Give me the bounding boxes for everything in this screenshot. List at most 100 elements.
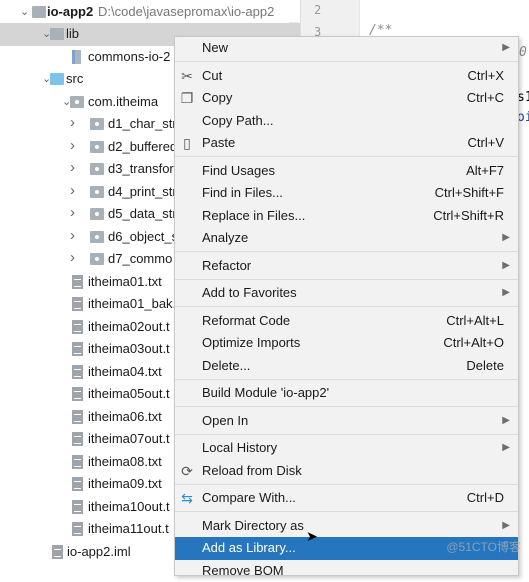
menu-item-label: Compare With...: [202, 490, 296, 505]
submenu-arrow-icon: ▶: [502, 437, 510, 460]
menu-item-build-module-io-app2[interactable]: Build Module 'io-app2': [175, 382, 518, 405]
tree-row-label: itheima03out.t: [88, 338, 170, 361]
menu-item-shortcut: Ctrl+V: [468, 132, 504, 155]
menu-item-compare-with[interactable]: ⇆Compare With...Ctrl+D: [175, 487, 518, 510]
menu-item-reload-from-disk[interactable]: ⟳ Reload from Disk: [175, 460, 518, 483]
file-icon: [72, 342, 83, 356]
menu-item-shortcut: Ctrl+C: [467, 87, 504, 110]
package-icon: [90, 208, 104, 220]
menu-item-mark-directory-as[interactable]: Mark Directory as▶: [175, 515, 518, 538]
chevron-down-icon[interactable]: ⌄: [20, 7, 30, 17]
file-icon: [72, 522, 83, 536]
file-icon: [72, 477, 83, 491]
chevron-right-icon[interactable]: ›: [70, 208, 80, 218]
menu-item-label: Find Usages: [202, 163, 275, 178]
menu-item-label: Optimize Imports: [202, 335, 300, 350]
submenu-arrow-icon: ▶: [502, 37, 510, 60]
tree-row-label: d3_transfor: [108, 158, 174, 181]
menu-item-find-in-files[interactable]: Find in Files...Ctrl+Shift+F: [175, 182, 518, 205]
menu-item-delete[interactable]: Delete... Delete: [175, 355, 518, 378]
tree-row-label: itheima04.txt: [88, 361, 162, 384]
tree-row-label: itheima01_bak.: [88, 293, 176, 316]
menu-item-paste[interactable]: ▯PasteCtrl+V: [175, 132, 518, 155]
tree-row-label: d4_print_str: [108, 181, 177, 204]
menu-item-copy-path[interactable]: Copy Path...: [175, 110, 518, 133]
menu-item-label: Copy Path...: [202, 113, 274, 128]
file-icon: [72, 275, 83, 289]
chevron-right-icon[interactable]: ›: [70, 231, 80, 241]
tree-row-label: lib: [66, 23, 79, 46]
menu-item-new[interactable]: New ▶: [175, 37, 518, 60]
tree-row-label: itheima01.txt: [88, 271, 162, 294]
chevron-right-icon[interactable]: ›: [70, 141, 80, 151]
menu-item-label: Build Module 'io-app2': [202, 385, 329, 400]
menu-item-shortcut: Alt+F7: [466, 160, 504, 183]
tree-row-root[interactable]: ⌄ io-app2 D:\code\javasepromax\io-app2: [0, 1, 300, 24]
chevron-right-icon[interactable]: ›: [70, 186, 80, 196]
tree-row-label: commons-io-2: [88, 46, 170, 69]
tree-row-label: itheima07out.t: [88, 428, 170, 451]
file-icon: [72, 320, 83, 334]
menu-item-open-in[interactable]: Open In ▶: [175, 410, 518, 433]
submenu-arrow-icon: ▶: [502, 227, 510, 250]
menu-item-label: New: [202, 40, 228, 55]
menu-item-add-to-favorites[interactable]: Add to Favorites▶: [175, 282, 518, 305]
menu-item-label: Analyze: [202, 230, 248, 245]
package-icon: [90, 231, 104, 243]
tree-row-label: io-app2.iml: [67, 541, 131, 564]
menu-item-label: Mark Directory as: [202, 518, 304, 533]
menu-item-shortcut: Ctrl+Alt+O: [443, 332, 504, 355]
menu-item-refactor[interactable]: Refactor ▶: [175, 255, 518, 278]
package-icon: [90, 118, 104, 130]
tree-row-label: itheima06.txt: [88, 406, 162, 429]
chevron-right-icon[interactable]: ›: [70, 163, 80, 173]
watermark: @51CTO博客: [446, 538, 521, 555]
menu-item-shortcut: Ctrl+Shift+R: [433, 205, 504, 228]
menu-item-local-history[interactable]: Local History ▶: [175, 437, 518, 460]
menu-item-label: Delete...: [202, 358, 250, 373]
mouse-cursor-icon: ➤: [306, 528, 318, 545]
chevron-right-icon[interactable]: ›: [70, 118, 80, 128]
module-folder-icon: [32, 6, 46, 18]
file-icon: [72, 297, 83, 311]
menu-item-cut[interactable]: ✂CutCtrl+X: [175, 65, 518, 88]
chevron-right-icon[interactable]: ›: [70, 253, 80, 263]
package-icon: [90, 253, 104, 265]
menu-item-copy[interactable]: ❐CopyCtrl+C: [175, 87, 518, 110]
menu-item-label: Replace in Files...: [202, 208, 305, 223]
menu-item-label: Open In: [202, 413, 248, 428]
package-icon: [70, 96, 84, 108]
menu-item-optimize-imports[interactable]: Optimize Imports Ctrl+Alt+O: [175, 332, 518, 355]
menu-item-find-usages[interactable]: Find Usages Alt+F7: [175, 160, 518, 183]
menu-item-label: Copy: [202, 90, 232, 105]
submenu-arrow-icon: ▶: [502, 255, 510, 278]
submenu-arrow-icon: ▶: [502, 410, 510, 433]
tree-row-label: d2_buffered: [108, 136, 177, 159]
jar-icon: [72, 50, 81, 64]
reload-icon: ⟳: [179, 463, 195, 479]
menu-item-replace-in-files[interactable]: Replace in Files... Ctrl+Shift+R: [175, 205, 518, 228]
menu-item-label: Add as Library...: [202, 540, 296, 555]
menu-item-label: Reload from Disk: [202, 463, 302, 478]
menu-item-label: Paste: [202, 135, 235, 150]
file-icon: [72, 500, 83, 514]
tree-row-label: d7_commo: [108, 248, 172, 271]
tree-row-label: src: [66, 68, 83, 91]
root-name: io-app2: [47, 1, 93, 24]
tree-row-label: itheima05out.t: [88, 383, 170, 406]
menu-item-label: Refactor: [202, 258, 251, 273]
root-path: D:\code\javasepromax\io-app2: [98, 1, 274, 24]
tree-row-label: itheima08.txt: [88, 451, 162, 474]
menu-item-label: Local History: [202, 440, 277, 455]
tree-row-label: itheima02out.t: [88, 316, 170, 339]
scissors-icon: ✂: [179, 68, 195, 84]
tree-row-label: itheima11out.t: [88, 518, 169, 541]
folder-icon: [50, 28, 64, 40]
menu-item-analyze[interactable]: Analyze ▶: [175, 227, 518, 250]
menu-item-label: Find in Files...: [202, 185, 283, 200]
menu-item-shortcut: Ctrl+Alt+L: [446, 310, 504, 333]
menu-item-shortcut: Delete: [466, 355, 504, 378]
package-icon: [90, 163, 104, 175]
menu-item-reformat-code[interactable]: Reformat CodeCtrl+Alt+L: [175, 310, 518, 333]
file-icon: [72, 410, 83, 424]
